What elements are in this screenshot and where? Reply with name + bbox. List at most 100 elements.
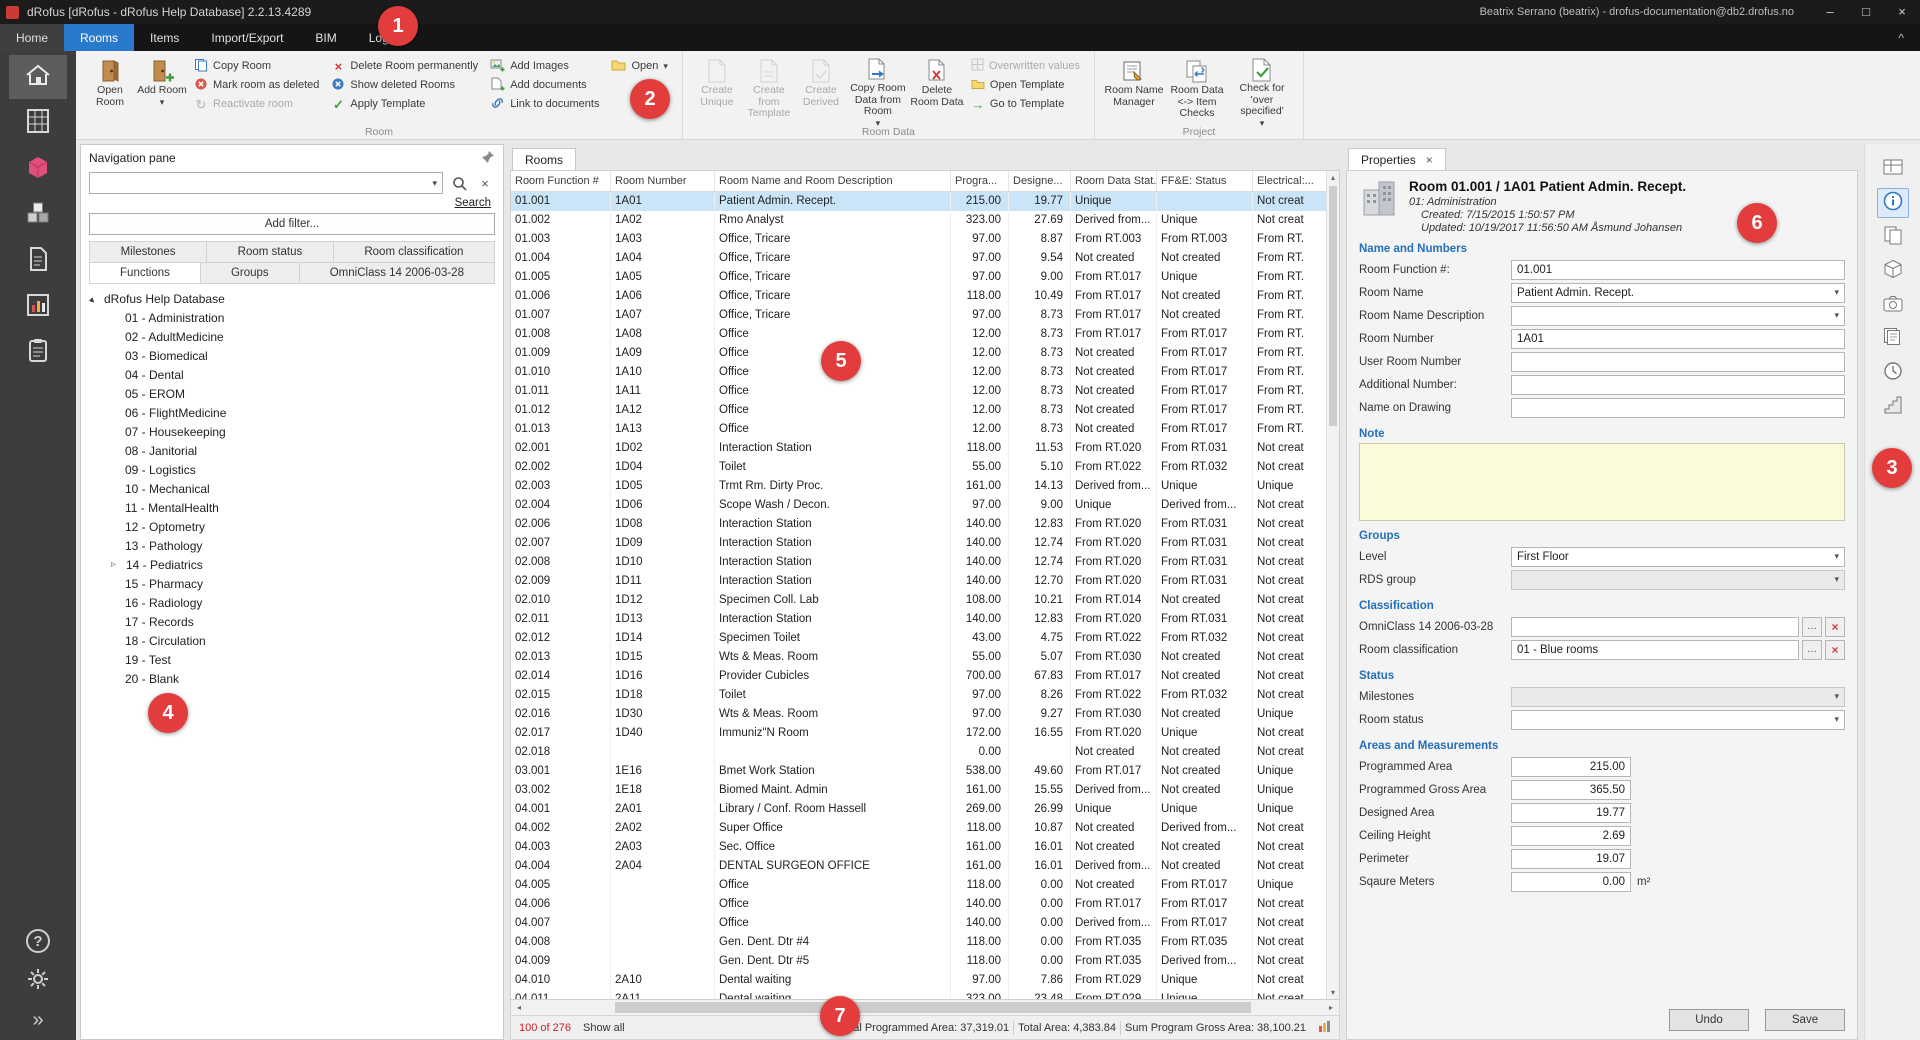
table-row[interactable]: 04.0112A11Dental waiting323.0023.48From …	[511, 990, 1339, 999]
bim-tab-button[interactable]	[1877, 256, 1909, 286]
rail-reports-button[interactable]	[9, 285, 67, 329]
square-meters-input[interactable]: 0.00	[1511, 872, 1631, 892]
table-row[interactable]: 01.0111A11Office12.008.73Not createdFrom…	[511, 382, 1339, 401]
scroll-down-icon[interactable]: ▾	[1327, 986, 1339, 999]
room-name-manager-button[interactable]: Room Name Manager	[1103, 54, 1165, 123]
images-tab-button[interactable]	[1877, 290, 1909, 320]
table-row[interactable]: 02.0041D06Scope Wash / Decon.97.009.00Un…	[511, 496, 1339, 515]
table-row[interactable]: 02.0131D15Wts & Meas. Room55.005.07From …	[511, 648, 1339, 667]
horizontal-scrollbar[interactable]: ◂ ▸	[510, 1000, 1340, 1016]
tab-rooms[interactable]: Rooms	[512, 148, 576, 170]
table-row[interactable]: 02.0121D14Specimen Toilet43.004.75From R…	[511, 629, 1339, 648]
table-row[interactable]: 01.0021A02Rmo Analyst323.0027.69Derived …	[511, 211, 1339, 230]
table-row[interactable]: 01.0131A13Office12.008.73Not createdFrom…	[511, 420, 1339, 439]
dropdown-caret-icon[interactable]: ▾	[1834, 287, 1839, 298]
add-documents-button[interactable]: Add documents	[490, 77, 599, 93]
room-data-item-checks-button[interactable]: Room Data <-> Item Checks	[1165, 54, 1229, 123]
scrollbar-thumb[interactable]	[1329, 186, 1337, 426]
tree-item-11-mentalhealth[interactable]: 11 - MentalHealth	[81, 498, 503, 517]
table-row[interactable]: 04.0102A10Dental waiting97.007.86From RT…	[511, 971, 1339, 990]
tree-item-19-test[interactable]: 19 - Test	[81, 650, 503, 669]
omniclass-browse-button[interactable]: …	[1802, 617, 1822, 637]
menu-tab-home[interactable]: Home	[0, 24, 64, 51]
search-icon[interactable]	[449, 176, 469, 191]
tree-item-15-pharmacy[interactable]: 15 - Pharmacy	[81, 574, 503, 593]
room-status-select[interactable]: ▾	[1511, 710, 1845, 730]
rail-documents-button[interactable]	[9, 239, 67, 283]
table-row[interactable]: 04.009Gen. Dent. Dtr #5118.000.00From RT…	[511, 952, 1339, 971]
filter-tab-groups[interactable]: Groups	[201, 262, 300, 284]
pin-icon[interactable]	[481, 150, 495, 167]
table-row[interactable]: 04.008Gen. Dent. Dtr #4118.000.00From RT…	[511, 933, 1339, 952]
table-row[interactable]: 02.0151D18Toilet97.008.26From RT.022From…	[511, 686, 1339, 705]
expander-icon[interactable]: ▹	[111, 559, 123, 570]
layout-button[interactable]	[1877, 154, 1909, 184]
table-row[interactable]: 02.0021D04Toilet55.005.10From RT.022From…	[511, 458, 1339, 477]
tree-item-06-flightmedicine[interactable]: 06 - FlightMedicine	[81, 403, 503, 422]
programmed-gross-area-input[interactable]: 365.50	[1511, 780, 1631, 800]
collapse-ribbon-icon[interactable]: ^	[1882, 24, 1920, 51]
dropdown-caret-icon[interactable]: ▾	[1834, 714, 1839, 725]
open-template-button[interactable]: Open Template	[971, 77, 1080, 93]
note-field[interactable]	[1359, 443, 1845, 521]
check-over-specified-button[interactable]: Check for 'over specified' ▾	[1229, 54, 1295, 123]
table-row[interactable]: 02.0081D10Interaction Station140.0012.74…	[511, 553, 1339, 572]
expand-rail-button[interactable]: »	[32, 1010, 43, 1030]
tree-item-07-housekeeping[interactable]: 07 - Housekeeping	[81, 422, 503, 441]
designed-area-input[interactable]: 19.77	[1511, 803, 1631, 823]
room-function-input[interactable]: 01.001	[1511, 260, 1845, 280]
room-name-select[interactable]: Patient Admin. Recept.▾	[1511, 283, 1845, 303]
mark-room-deleted-button[interactable]: Mark room as deleted	[194, 77, 319, 93]
documents-tab-button[interactable]	[1877, 222, 1909, 252]
programmed-area-input[interactable]: 215.00	[1511, 757, 1631, 777]
rail-products-button[interactable]	[9, 193, 67, 237]
room-classification-input[interactable]: 01 - Blue rooms	[1511, 640, 1799, 660]
tree-item-12-optometry[interactable]: 12 - Optometry	[81, 517, 503, 536]
tree-item-20-blank[interactable]: 20 - Blank	[81, 669, 503, 688]
delete-room-permanently-button[interactable]: × Delete Room permanently	[331, 58, 478, 74]
omniclass-input[interactable]	[1511, 617, 1799, 637]
table-row[interactable]: 02.0141D16Provider Cubicles700.0067.83Fr…	[511, 667, 1339, 686]
room-classification-browse-button[interactable]: …	[1802, 640, 1822, 660]
table-row[interactable]: 02.0071D09Interaction Station140.0012.74…	[511, 534, 1339, 553]
table-row[interactable]: 02.0171D40Immuniz"N Room172.0016.55From …	[511, 724, 1339, 743]
rail-items-button[interactable]	[9, 147, 67, 191]
ceiling-height-input[interactable]: 2.69	[1511, 826, 1631, 846]
tree-item-09-logistics[interactable]: 09 - Logistics	[81, 460, 503, 479]
column-header-room-function[interactable]: Room Function #	[511, 171, 611, 191]
totals-chart-icon[interactable]	[1318, 1020, 1331, 1036]
column-header-designe[interactable]: Designe...	[1009, 171, 1071, 191]
column-header-progra[interactable]: Progra...	[951, 171, 1009, 191]
table-row[interactable]: 01.0041A04Office, Tricare97.009.54Not cr…	[511, 249, 1339, 268]
table-row[interactable]: 02.0091D11Interaction Station140.0012.70…	[511, 572, 1339, 591]
tab-properties[interactable]: Properties ×	[1348, 148, 1446, 170]
table-row[interactable]: 01.0031A03Office, Tricare97.008.87From R…	[511, 230, 1339, 249]
table-row[interactable]: 01.0081A08Office12.008.73From RT.017From…	[511, 325, 1339, 344]
apply-template-button[interactable]: ✓ Apply Template	[331, 96, 478, 112]
show-all-link[interactable]: Show all	[583, 1022, 625, 1034]
tree-item-14-pediatrics[interactable]: ▹14 - Pediatrics	[81, 555, 503, 574]
tree-item-01-administration[interactable]: 01 - Administration	[81, 308, 503, 327]
search-input[interactable]: ▾	[89, 172, 443, 194]
menu-tab-import-export[interactable]: Import/Export	[195, 24, 299, 51]
tree-item-10-mechanical[interactable]: 10 - Mechanical	[81, 479, 503, 498]
close-tab-icon[interactable]: ×	[1426, 153, 1433, 167]
settings-button[interactable]	[26, 967, 50, 996]
dropdown-caret-icon[interactable]: ▾	[1834, 551, 1839, 562]
table-row[interactable]: 01.0091A09Office12.008.73Not createdFrom…	[511, 344, 1339, 363]
scrollbar-thumb[interactable]	[615, 1002, 1252, 1013]
close-button[interactable]: ×	[1884, 0, 1920, 24]
show-deleted-rooms-button[interactable]: Show deleted Rooms	[331, 77, 478, 93]
files-tab-button[interactable]	[1877, 324, 1909, 354]
copy-room-data-button[interactable]: Copy Room Data from Room ▾	[847, 54, 909, 123]
additional-number-input[interactable]	[1511, 375, 1845, 395]
table-row[interactable]: 04.0012A01Library / Conf. Room Hassell26…	[511, 800, 1339, 819]
table-row[interactable]: 02.0161D30Wts & Meas. Room97.009.27From …	[511, 705, 1339, 724]
table-row[interactable]: 02.0011D02Interaction Station118.0011.53…	[511, 439, 1339, 458]
scroll-left-icon[interactable]: ◂	[511, 1003, 527, 1012]
tree-root[interactable]: ▾dRofus Help Database	[81, 289, 503, 308]
clear-search-icon[interactable]: ×	[475, 176, 495, 191]
add-filter-button[interactable]: Add filter...	[89, 213, 495, 235]
undo-button[interactable]: Undo	[1669, 1009, 1749, 1031]
go-to-template-button[interactable]: → Go to Template	[971, 96, 1080, 112]
